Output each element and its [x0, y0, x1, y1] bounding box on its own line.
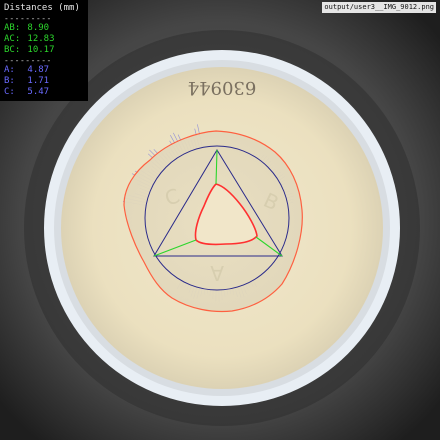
vertex-value: 1.71 — [27, 76, 50, 86]
edge-label: BC: — [4, 45, 21, 55]
edge-value: 10.17 — [27, 45, 55, 55]
vertex-row-a: A: 4.87 — [4, 65, 84, 76]
disc-label-a: A — [210, 261, 224, 285]
edge-value: 12.83 — [27, 34, 55, 44]
vertex-label: C: — [4, 87, 15, 97]
edge-row-bc: BC: 10.17 — [4, 45, 84, 56]
edge-row-ac: AC: 12.83 — [4, 34, 84, 45]
edge-label: AB: — [4, 23, 21, 33]
vertex-value: 5.47 — [27, 87, 50, 97]
overlay-separator-2: --------- — [4, 56, 52, 65]
vertex-row-b: B: 1.71 — [4, 76, 84, 87]
vertex-row-c: C: 5.47 — [4, 87, 84, 98]
vertex-label: A: — [4, 65, 15, 75]
vertex-value: 4.87 — [27, 65, 50, 75]
edge-label: AC: — [4, 34, 21, 44]
overlay-title: Distances (mm) — [4, 3, 80, 13]
file-name-label: output/user3__IMG_9012.png — [322, 2, 436, 13]
edge-value: 8.90 — [27, 23, 50, 33]
edge-row-ab: AB: 8.90 — [4, 23, 84, 34]
plate-handwriting: 630944 — [188, 77, 257, 98]
distance-overlay: Distances (mm) --------- AB: 8.90 AC: 12… — [0, 0, 88, 101]
overlay-separator: --------- — [4, 14, 52, 23]
vertex-label: B: — [4, 76, 15, 86]
